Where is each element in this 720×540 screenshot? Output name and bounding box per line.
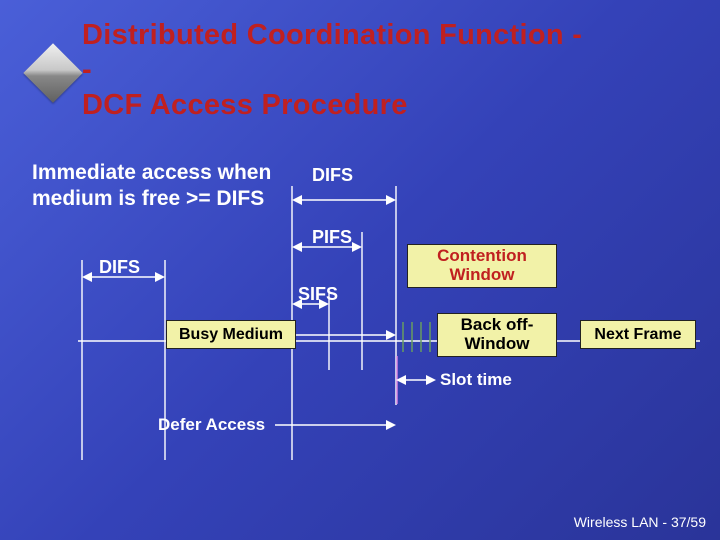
- label-sifs: SIFS: [298, 284, 338, 305]
- contention-window-l1: Contention: [437, 246, 527, 265]
- backoff-l1: Back off-: [461, 315, 534, 334]
- box-contention-window: Contention Window: [407, 244, 557, 288]
- contention-window-l2: Window: [449, 265, 514, 284]
- box-next-frame: Next Frame: [580, 320, 696, 349]
- backoff-l2: Window: [464, 334, 529, 353]
- busy-medium-text: Busy Medium: [179, 326, 283, 344]
- label-slot-time: Slot time: [440, 370, 512, 390]
- slide-footer: Wireless LAN - 37/59: [574, 514, 706, 530]
- box-backoff-window: Back off- Window: [437, 313, 557, 357]
- label-defer-access: Defer Access: [158, 415, 265, 435]
- box-busy-medium: Busy Medium: [166, 320, 296, 349]
- label-pifs: PIFS: [312, 227, 352, 248]
- next-frame-text: Next Frame: [594, 326, 681, 344]
- dcf-timing-diagram: DIFS PIFS DIFS SIFS Slot time Defer Acce…: [0, 0, 720, 540]
- label-difs-left: DIFS: [99, 257, 140, 278]
- label-difs-top: DIFS: [312, 165, 353, 186]
